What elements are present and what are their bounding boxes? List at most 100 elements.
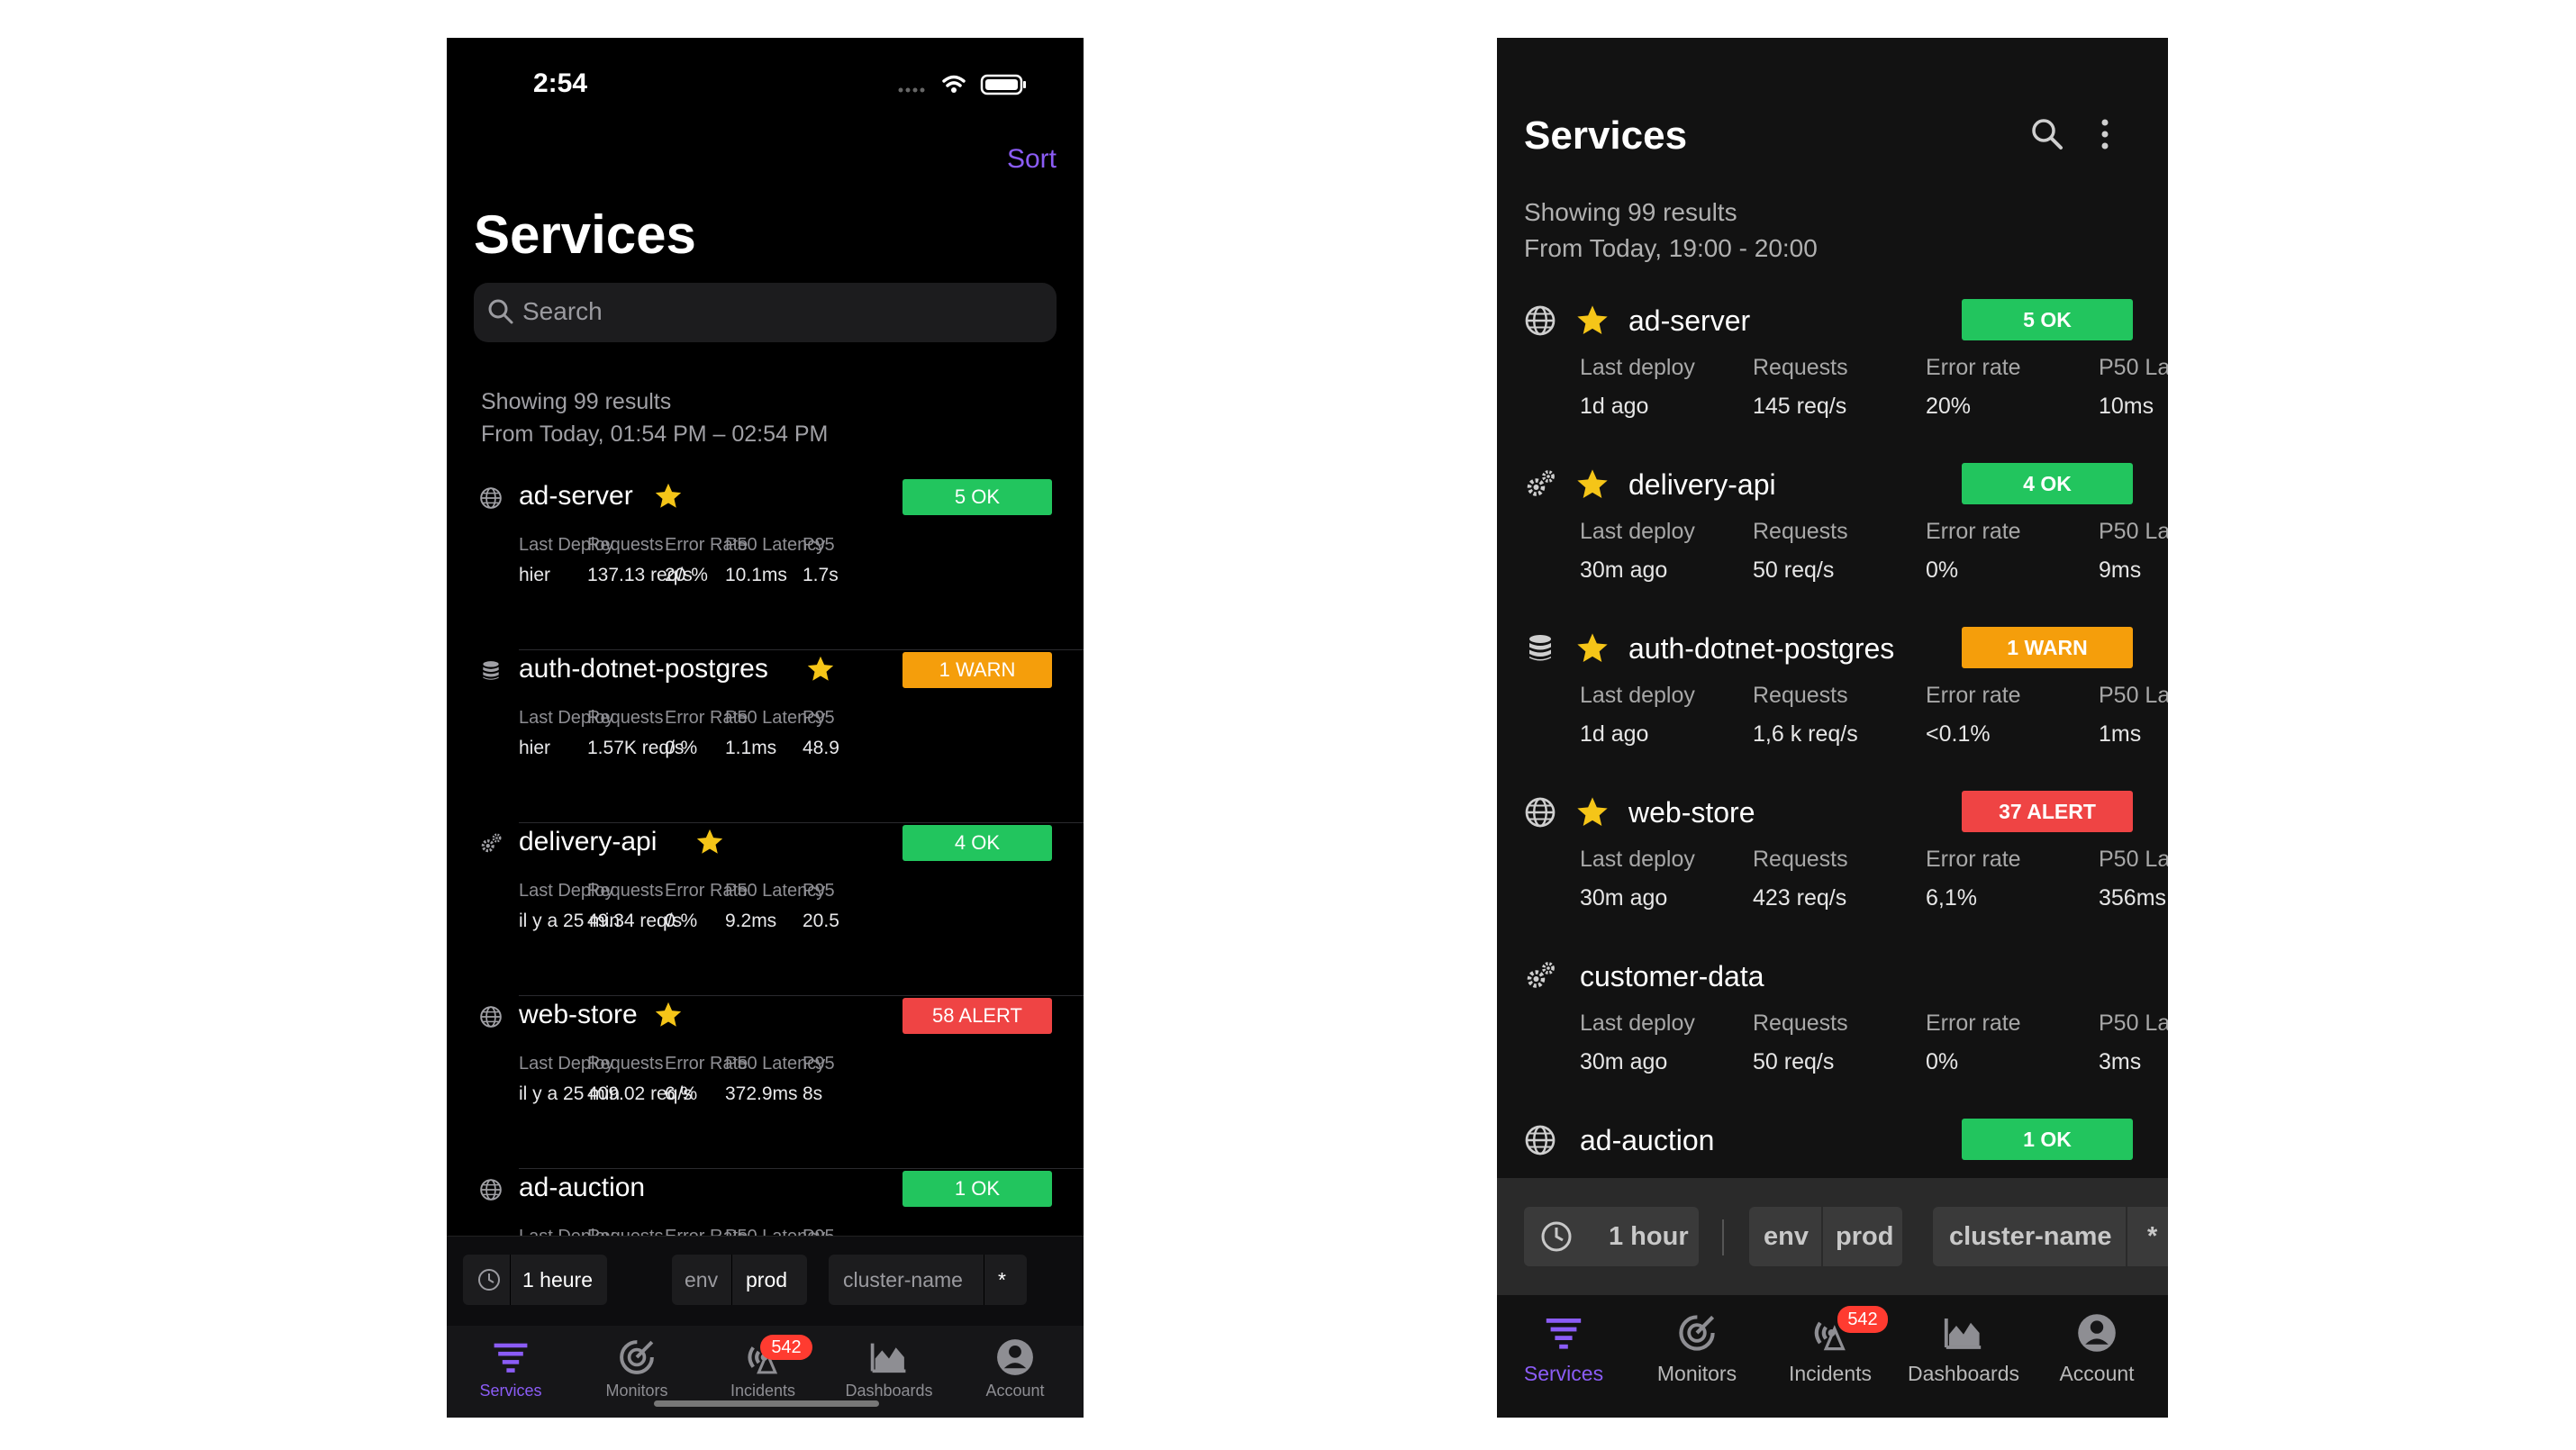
- service-row[interactable]: customer-data Last deploy 30m ago Reques…: [1497, 951, 2168, 1115]
- time-filter-value: 1 heure: [522, 1268, 594, 1291]
- metric-value: 8s: [803, 1083, 823, 1104]
- status-badge[interactable]: 1 OK: [903, 1171, 1052, 1207]
- metric: P50 La 1ms: [2099, 683, 2168, 748]
- metric-label: P50 La: [2099, 1010, 2168, 1036]
- status-badge[interactable]: 5 OK: [1962, 299, 2133, 340]
- env-filter[interactable]: env prod: [672, 1255, 807, 1305]
- metric-value: 6,1%: [1926, 885, 1977, 911]
- star-icon[interactable]: [1574, 630, 1610, 666]
- globe-icon: [1525, 797, 1556, 828]
- service-name: ad-auction: [519, 1173, 646, 1202]
- account-icon: [2078, 1314, 2116, 1352]
- metric: Requests 423 req/s: [1753, 847, 1848, 911]
- service-row[interactable]: web-store 37 ALERT Last deploy 30m ago Re…: [1497, 787, 2168, 951]
- tab-services[interactable]: Services: [452, 1337, 569, 1400]
- search-icon[interactable]: [2025, 112, 2070, 157]
- services-list[interactable]: ad-server 5 OK Last Deploy hier Requests…: [447, 477, 1084, 1236]
- metric: Requests 50 req/s: [1753, 519, 1848, 584]
- service-name: auth-dotnet-postgres: [519, 654, 768, 684]
- metric: Last deploy 30m ago: [1580, 519, 1695, 584]
- metric: P95 8s: [803, 1054, 835, 1105]
- env-filter[interactable]: env prod: [1749, 1207, 1902, 1266]
- star-icon[interactable]: [694, 827, 725, 857]
- favorite-star[interactable]: [805, 654, 836, 689]
- tab-incidents[interactable]: Incidents 542: [1764, 1306, 1897, 1386]
- metric-value: 423 req/s: [1753, 885, 1847, 911]
- star-icon[interactable]: [653, 1000, 684, 1030]
- metric-label: Error rate: [1926, 1010, 2021, 1036]
- metric: Error rate 0%: [1926, 1010, 2021, 1075]
- status-badge[interactable]: 1 WARN: [903, 652, 1052, 688]
- star-icon[interactable]: [1574, 467, 1610, 503]
- service-row[interactable]: auth-dotnet-postgres 1 WARN Last deploy 1…: [1497, 623, 2168, 787]
- metric-label: Requests: [1753, 519, 1848, 544]
- metric-value: 9ms: [2099, 557, 2142, 583]
- battery-icon: [980, 74, 1026, 95]
- services-icon: [1546, 1319, 1582, 1349]
- status-badge[interactable]: 37 ALERT: [1962, 791, 2133, 832]
- time-filter[interactable]: 1 hour: [1524, 1207, 1699, 1266]
- service-type-icon: [479, 659, 503, 683]
- favorite-star[interactable]: [653, 1000, 684, 1035]
- tab-dashboards[interactable]: Dashboards: [830, 1337, 948, 1400]
- tab-dashboards[interactable]: Dashboards: [1897, 1311, 2030, 1386]
- ios-phone-screen: 2:54 Sort Services Search Showing 99 res…: [447, 38, 1084, 1418]
- metric-label: Error rate: [1926, 683, 2021, 708]
- favorite-star[interactable]: [1574, 794, 1610, 830]
- favorite-star[interactable]: [1574, 467, 1610, 503]
- service-row[interactable]: ad-server 5 OK Last deploy 1d ago Request…: [1497, 295, 2168, 459]
- status-badge[interactable]: 1 OK: [1962, 1119, 2133, 1160]
- service-row[interactable]: delivery-api 4 OK Last Deploy il y a 25 …: [447, 823, 1084, 996]
- favorite-star[interactable]: [1574, 630, 1610, 666]
- tab-monitors[interactable]: Monitors: [578, 1337, 695, 1400]
- service-row[interactable]: auth-dotnet-postgres 1 WARN Last Deploy …: [447, 650, 1084, 823]
- sort-button[interactable]: Sort: [1007, 144, 1057, 175]
- service-row[interactable]: ad-auction1 OK Last deploy Requests Erro…: [1497, 1115, 2168, 1178]
- metric-label: Error rate: [1926, 355, 2021, 380]
- service-row[interactable]: web-store 58 ALERT Last Deploy il y a 25…: [447, 996, 1084, 1169]
- status-badge[interactable]: 4 OK: [903, 825, 1052, 861]
- tab-label: Monitors: [1656, 1362, 1737, 1385]
- tab-account[interactable]: Account: [957, 1337, 1074, 1400]
- cluster-filter[interactable]: cluster-name *: [1933, 1207, 2168, 1266]
- monitors-icon: [620, 1340, 654, 1374]
- home-indicator: [654, 1400, 879, 1407]
- service-type-icon: [479, 1178, 503, 1201]
- metric-label: Requests: [1753, 847, 1848, 872]
- star-icon[interactable]: [805, 654, 836, 684]
- time-filter[interactable]: 1 heure: [463, 1255, 607, 1305]
- service-row[interactable]: ad-server 5 OK Last Deploy hier Requests…: [447, 477, 1084, 650]
- clock-icon: [478, 1269, 500, 1291]
- star-icon[interactable]: [653, 481, 684, 512]
- monitors-icon: [1679, 1315, 1715, 1351]
- tab-account[interactable]: Account: [2030, 1311, 2163, 1386]
- status-badge[interactable]: 1 WARN: [1962, 627, 2133, 668]
- search-bar[interactable]: Search: [474, 283, 1057, 342]
- search-input[interactable]: Search: [522, 297, 603, 326]
- service-metrics: Last deploy 1d ago Requests 145 req/s Er…: [1580, 355, 2168, 427]
- metric-label: Error rate: [1926, 519, 2021, 544]
- service-type-icon: [1524, 960, 1556, 992]
- tab-monitors[interactable]: Monitors: [1630, 1311, 1764, 1386]
- service-row[interactable]: delivery-api 4 OK Last deploy 30m ago Req…: [1497, 459, 2168, 623]
- metric: Last deploy 30m ago: [1580, 847, 1695, 911]
- status-badge[interactable]: 5 OK: [903, 479, 1052, 515]
- star-icon[interactable]: [1574, 303, 1610, 339]
- services-list[interactable]: ad-server 5 OK Last deploy 1d ago Request…: [1497, 295, 2168, 1178]
- favorite-star[interactable]: [653, 481, 684, 516]
- cluster-filter[interactable]: cluster-name *: [829, 1255, 1027, 1305]
- tab-incidents[interactable]: Incidents 542: [704, 1335, 821, 1400]
- status-badge[interactable]: 58 ALERT: [903, 998, 1052, 1034]
- favorite-star[interactable]: [694, 827, 725, 862]
- star-icon[interactable]: [1574, 794, 1610, 830]
- globe-icon: [480, 487, 502, 509]
- status-badge[interactable]: 4 OK: [1962, 463, 2133, 504]
- favorite-star[interactable]: [1574, 303, 1610, 339]
- tab-services[interactable]: Services: [1497, 1311, 1630, 1386]
- metric: P95 20.5: [803, 881, 839, 932]
- signal-icon: [898, 87, 925, 93]
- service-row[interactable]: ad-auction 1 OK Last Deploy Requests Erro…: [447, 1169, 1084, 1236]
- wifi-icon: [942, 75, 966, 87]
- more-vert-icon[interactable]: [2082, 112, 2127, 157]
- service-type-icon: [1524, 1124, 1556, 1156]
